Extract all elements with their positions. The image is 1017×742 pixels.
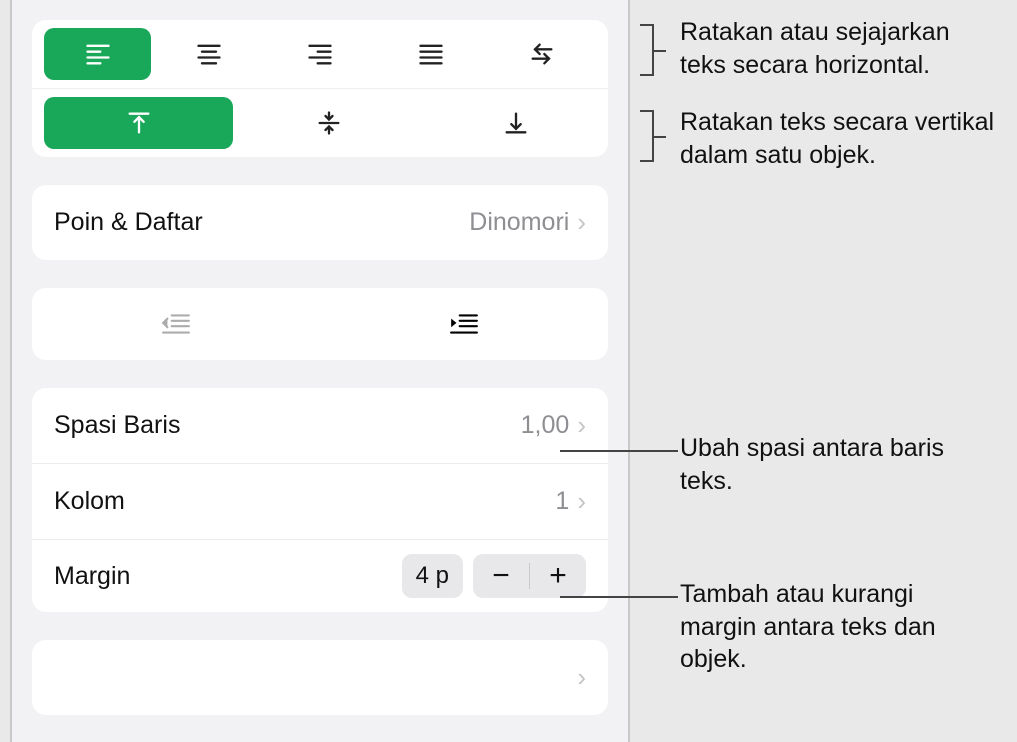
line-spacing-label: Spasi Baris bbox=[54, 411, 180, 440]
leader-line bbox=[560, 450, 678, 452]
format-panel: Poin & Daftar Dinomori › Spasi Baris 1,0… bbox=[10, 0, 630, 742]
leader-line bbox=[560, 596, 678, 598]
more-row[interactable]: › bbox=[32, 640, 608, 715]
line-spacing-value: 1,00 bbox=[521, 411, 570, 440]
align-right-button[interactable] bbox=[266, 28, 373, 80]
margin-increase-button[interactable]: + bbox=[530, 554, 586, 598]
columns-value: 1 bbox=[555, 487, 569, 516]
indent-card bbox=[32, 288, 608, 360]
bracket-icon bbox=[640, 110, 654, 162]
callout-horizontal: Ratakan atau sejajarkan teks secara hori… bbox=[680, 16, 1000, 81]
horizontal-align-row bbox=[32, 20, 608, 89]
align-center-button[interactable] bbox=[155, 28, 262, 80]
align-left-button[interactable] bbox=[44, 28, 151, 80]
bullets-value: Dinomori bbox=[469, 208, 569, 237]
columns-label: Kolom bbox=[54, 487, 125, 516]
callout-margin: Tambah atau kurangi margin antara teks d… bbox=[680, 578, 980, 676]
indent-button[interactable] bbox=[320, 304, 608, 344]
bullets-card: Poin & Daftar Dinomori › bbox=[32, 185, 608, 260]
margin-decrease-button[interactable]: − bbox=[473, 554, 529, 598]
columns-row[interactable]: Kolom 1 › bbox=[32, 464, 608, 540]
bullets-lists-row[interactable]: Poin & Daftar Dinomori › bbox=[32, 185, 608, 260]
margin-stepper: − + bbox=[473, 554, 586, 598]
margin-value: 4 p bbox=[402, 554, 463, 598]
line-spacing-row[interactable]: Spasi Baris 1,00 › bbox=[32, 388, 608, 464]
margin-row: Margin 4 p − + bbox=[32, 540, 608, 612]
bullets-label: Poin & Daftar bbox=[54, 208, 203, 237]
align-middle-button[interactable] bbox=[237, 97, 420, 149]
align-justify-button[interactable] bbox=[378, 28, 485, 80]
chevron-right-icon: › bbox=[577, 207, 586, 238]
chevron-right-icon: › bbox=[577, 486, 586, 517]
callouts-area: Ratakan atau sejajarkan teks secara hori… bbox=[640, 0, 1010, 742]
chevron-right-icon: › bbox=[577, 662, 586, 693]
callout-spacing: Ubah spasi antara baris teks. bbox=[680, 432, 980, 497]
margin-label: Margin bbox=[54, 562, 130, 591]
callout-vertical: Ratakan teks secara vertikal dalam satu … bbox=[680, 106, 1000, 171]
outdent-button bbox=[32, 304, 320, 344]
align-bottom-button[interactable] bbox=[425, 97, 608, 149]
align-direction-button[interactable] bbox=[489, 28, 596, 80]
spacing-card: Spasi Baris 1,00 › Kolom 1 › Margin 4 p … bbox=[32, 388, 608, 612]
bracket-icon bbox=[640, 24, 654, 76]
chevron-right-icon: › bbox=[577, 410, 586, 441]
align-top-button[interactable] bbox=[44, 97, 233, 149]
vertical-align-row bbox=[32, 89, 608, 157]
